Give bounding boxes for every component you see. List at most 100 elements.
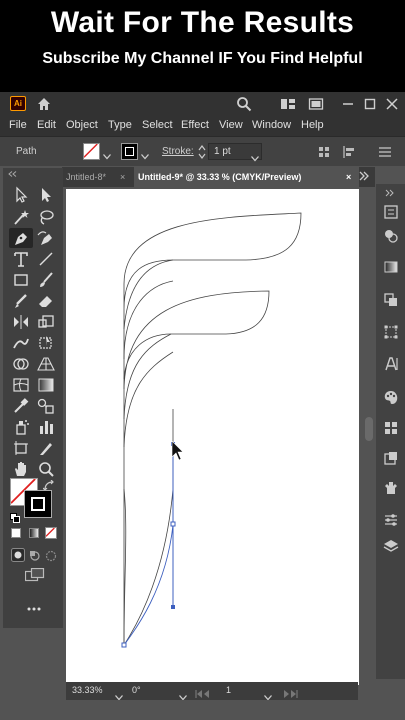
menu-object[interactable]: Object	[66, 119, 98, 131]
pathfinder-panel-icon[interactable]	[383, 292, 399, 308]
zoom-level[interactable]: 33.33%	[72, 685, 103, 695]
fill-dropdown-chevron-icon[interactable]	[103, 147, 111, 165]
shaper-tool-icon[interactable]	[11, 292, 31, 310]
asset-export-panel-icon[interactable]	[383, 450, 399, 466]
stem-curve-outer-path	[123, 409, 174, 646]
artwork-canvas[interactable]	[66, 189, 359, 685]
mesh-tool-icon[interactable]	[11, 376, 31, 394]
color-mode-icon[interactable]	[11, 528, 21, 538]
curvature-tool-icon[interactable]	[36, 229, 56, 247]
menu-edit[interactable]: Edit	[37, 119, 56, 131]
libraries-panel-icon[interactable]	[383, 480, 399, 496]
bottom-strip	[0, 700, 405, 720]
expand-panels-icon[interactable]	[384, 184, 396, 202]
panel-icon[interactable]	[308, 96, 324, 112]
appearance-panel-icon[interactable]	[383, 512, 399, 528]
tab-close-icon[interactable]: ×	[346, 167, 351, 187]
direct-selection-tool-icon[interactable]	[36, 186, 56, 204]
transform-panel-icon[interactable]	[383, 324, 399, 340]
properties-panel-icon[interactable]	[383, 204, 399, 220]
stroke-dropdown-chevron-icon[interactable]	[141, 147, 149, 165]
stroke-stepper-icon[interactable]	[198, 144, 206, 165]
magic-wand-tool-icon[interactable]	[11, 208, 31, 226]
zoom-tool-icon[interactable]	[36, 460, 56, 478]
artboard[interactable]	[66, 189, 359, 685]
symbol-sprayer-tool-icon[interactable]	[11, 418, 31, 436]
draw-behind-icon[interactable]	[29, 549, 41, 567]
align-icon[interactable]	[343, 145, 355, 163]
rotation-value[interactable]: 0°	[132, 685, 141, 695]
fill-swatch[interactable]	[83, 143, 100, 160]
status-bar: 33.33% 0° 1	[66, 682, 358, 701]
menu-select[interactable]: Select	[142, 119, 173, 131]
anchor-point	[170, 521, 176, 527]
character-panel-icon[interactable]	[383, 356, 399, 372]
illustrator-window: Ai File Edit Object Type Select Effect V…	[0, 92, 405, 720]
reflect-tool-icon[interactable]	[11, 313, 31, 331]
draw-inside-icon[interactable]	[45, 549, 57, 567]
menu-effect[interactable]: Effect	[181, 119, 209, 131]
video-banner: Wait For The Results Subscribe My Channe…	[0, 0, 405, 92]
close-icon[interactable]	[384, 96, 400, 112]
draw-normal-icon[interactable]	[11, 548, 25, 567]
slice-tool-icon[interactable]	[36, 439, 56, 457]
upper-arm-inner-curve-path	[123, 280, 174, 360]
none-mode-icon[interactable]	[45, 527, 57, 539]
type-tool-icon[interactable]	[11, 250, 31, 268]
menu-bar: File Edit Object Type Select Effect View…	[0, 116, 405, 136]
color-palette-icon[interactable]	[383, 389, 399, 405]
tab-untitled-9[interactable]: Untitled-9* @ 33.33 % (CMYK/Preview) ×	[134, 167, 359, 187]
stroke-swatch[interactable]	[121, 143, 138, 160]
column-graph-tool-icon[interactable]	[36, 418, 56, 436]
collapse-panel-icon[interactable]	[8, 170, 18, 179]
menu-type[interactable]: Type	[108, 119, 132, 131]
upper-arm-inner-path	[123, 259, 174, 330]
menu-window[interactable]: Window	[252, 119, 291, 131]
lasso-tool-icon[interactable]	[36, 208, 56, 226]
search-icon[interactable]	[236, 96, 252, 112]
stroke-weight-field[interactable]: 1 pt	[208, 143, 262, 162]
warp-tool-icon[interactable]	[11, 334, 31, 352]
selection-tool-icon[interactable]	[11, 186, 31, 204]
screen-mode-icon[interactable]	[24, 567, 45, 587]
vertical-scrollbar-thumb[interactable]	[365, 417, 373, 441]
layers-panel-icon[interactable]	[383, 228, 399, 244]
stroke-color-swatch[interactable]	[24, 490, 52, 518]
upper-arm-outer-path	[123, 212, 302, 505]
stroke-label[interactable]: Stroke:	[162, 146, 194, 157]
scale-tool-icon[interactable]	[36, 313, 56, 331]
tab-untitled-8[interactable]: Jntitled-8* ×	[62, 167, 134, 187]
artboard-number[interactable]: 1	[226, 685, 231, 695]
blend-tool-icon[interactable]	[36, 397, 56, 415]
home-icon[interactable]	[36, 96, 52, 112]
eyedropper-tool-icon[interactable]	[11, 397, 31, 415]
gradient-mode-icon[interactable]	[29, 528, 39, 538]
stack-layers-icon[interactable]	[383, 538, 399, 554]
tab-close-icon[interactable]: ×	[120, 167, 125, 187]
menu-file[interactable]: File	[9, 119, 27, 131]
paintbrush-tool-icon[interactable]	[36, 271, 56, 289]
rectangle-tool-icon[interactable]	[11, 271, 31, 289]
gradient-panel-icon[interactable]	[383, 259, 399, 275]
shape-builder-tool-icon[interactable]	[11, 355, 31, 373]
tab-overflow-icon[interactable]	[358, 169, 370, 187]
swatches-panel-icon[interactable]	[383, 420, 399, 436]
hand-tool-icon[interactable]	[11, 460, 31, 478]
perspective-grid-tool-icon[interactable]	[36, 355, 56, 373]
artboard-tool-icon[interactable]	[11, 439, 31, 457]
eraser-tool-icon[interactable]	[36, 292, 56, 310]
arrange-documents-icon[interactable]	[280, 96, 296, 112]
grid-options-icon[interactable]	[318, 145, 330, 163]
menu-view[interactable]: View	[219, 119, 243, 131]
minimize-icon[interactable]	[340, 96, 356, 112]
line-segment-tool-icon[interactable]	[36, 250, 56, 268]
menu-help[interactable]: Help	[301, 119, 324, 131]
edit-toolbar-icon[interactable]	[27, 598, 41, 616]
default-colors-icon[interactable]	[10, 510, 20, 528]
pen-tool-icon[interactable]	[9, 228, 33, 248]
middle-arm-inner-curve-path	[123, 351, 174, 448]
more-options-icon[interactable]	[378, 145, 392, 163]
maximize-icon[interactable]	[362, 96, 378, 112]
gradient-tool-icon[interactable]	[36, 376, 56, 394]
free-transform-tool-icon[interactable]	[36, 334, 56, 352]
